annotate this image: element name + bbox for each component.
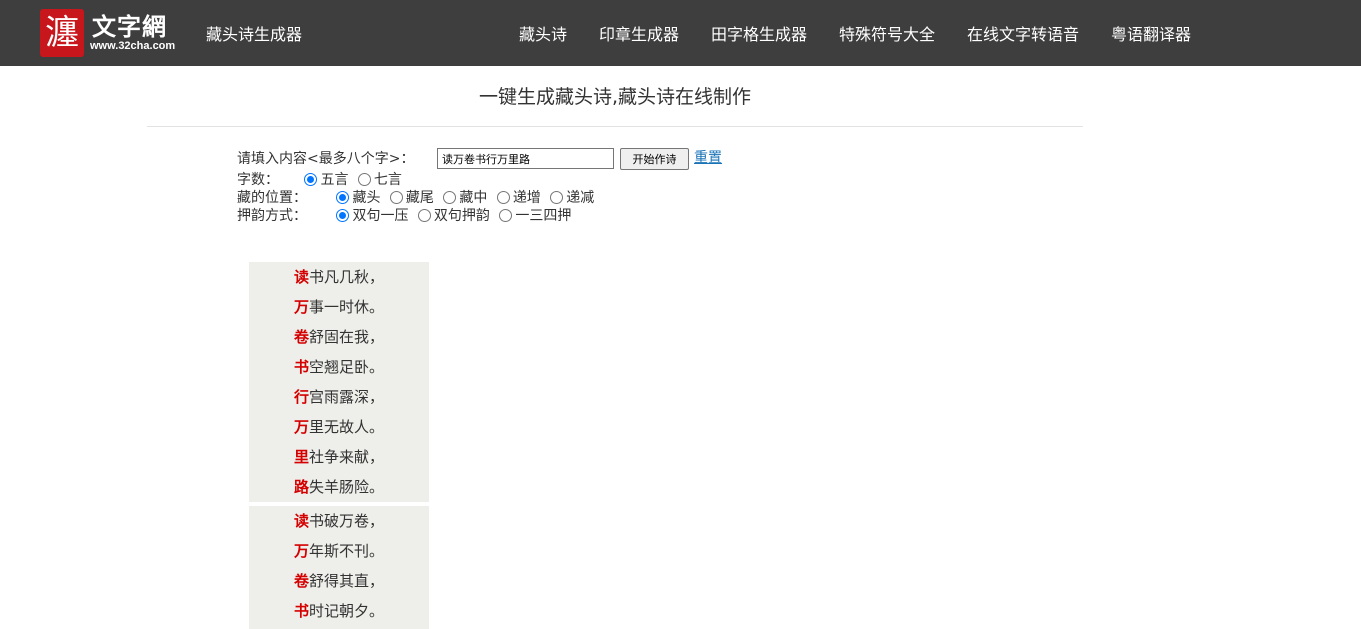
position-row: 藏的位置： 藏头 藏尾 藏中 递增 递减 — [237, 189, 594, 207]
radio-icon[interactable] — [389, 191, 403, 204]
radio-icon[interactable] — [550, 191, 564, 204]
reset-link[interactable]: 重置 — [694, 148, 722, 168]
poem-line: 里社争来献， — [293, 448, 385, 466]
position-label: 藏的位置： — [237, 190, 307, 206]
nav-link-acrostic[interactable]: 藏头诗 — [519, 21, 567, 45]
top-navigation-bar: 瀍 文字網 www.32cha.com 藏头诗生成器 藏头诗 印章生成器 田字格… — [0, 0, 1361, 66]
poem-line: 读书破万卷， — [293, 512, 385, 530]
content-input[interactable] — [437, 148, 614, 169]
rhyme-label: 押韵方式： — [237, 208, 307, 224]
word-count-label: 字数： — [237, 172, 279, 188]
poem-line: 卷舒得其直， — [293, 572, 385, 590]
option-double-one[interactable]: 双句一压 — [331, 207, 408, 225]
start-button[interactable]: 开始作诗 — [620, 148, 689, 170]
divider — [147, 126, 1083, 127]
nav-link-cantonese-translator[interactable]: 粤语翻译器 — [1111, 21, 1191, 45]
option-tail[interactable]: 藏尾 — [385, 189, 434, 207]
poem-line: 万里无故人。 — [293, 418, 385, 436]
option-middle[interactable]: 藏中 — [438, 189, 487, 207]
option-head[interactable]: 藏头 — [331, 189, 380, 207]
poem-line: 卷舒固在我， — [293, 328, 385, 346]
nav-link-special-symbols[interactable]: 特殊符号大全 — [839, 21, 935, 45]
poem-result: 读书凡几秋， 万事一时休。 卷舒固在我， 书空翘足卧。 行宫雨露深， 万里无故人… — [249, 262, 429, 502]
radio-icon[interactable] — [443, 191, 457, 204]
radio-icon[interactable] — [336, 191, 350, 204]
nav-link-grid-generator[interactable]: 田字格生成器 — [711, 21, 807, 45]
option-seven-char[interactable]: 七言 — [353, 171, 402, 189]
poem-line: 路失羊肠险。 — [293, 478, 385, 496]
poem-result: 读书破万卷， 万年斯不刊。 卷舒得其直， 书时记朝夕。 — [249, 506, 429, 629]
radio-icon[interactable] — [336, 209, 350, 222]
poem-line: 万年斯不刊。 — [293, 542, 385, 560]
nav-link-text-to-speech[interactable]: 在线文字转语音 — [967, 21, 1079, 45]
nav-link-seal-generator[interactable]: 印章生成器 — [599, 21, 679, 45]
option-decreasing[interactable]: 递减 — [545, 189, 594, 207]
radio-icon[interactable] — [417, 209, 431, 222]
option-five-char[interactable]: 五言 — [299, 171, 348, 189]
poem-line: 书空翘足卧。 — [293, 358, 385, 376]
option-increasing[interactable]: 递增 — [492, 189, 541, 207]
poem-line: 读书凡几秋， — [293, 268, 385, 286]
poem-line: 万事一时休。 — [293, 298, 385, 316]
radio-icon[interactable] — [499, 209, 513, 222]
radio-icon[interactable] — [357, 173, 371, 186]
main-nav: 藏头诗 印章生成器 田字格生成器 特殊符号大全 在线文字转语音 粤语翻译器 — [0, 21, 1361, 45]
page-title: 一键生成藏头诗,藏头诗在线制作 — [478, 86, 752, 108]
rhyme-row: 押韵方式： 双句一压 双句押韵 一三四押 — [237, 207, 571, 225]
word-count-row: 字数： 五言 七言 — [237, 171, 402, 189]
option-one-three-four[interactable]: 一三四押 — [494, 207, 571, 225]
content-input-label: 请填入内容<最多八个字>： — [237, 151, 415, 167]
radio-icon[interactable] — [496, 191, 510, 204]
poem-line: 行宫雨露深， — [293, 388, 385, 406]
radio-icon[interactable] — [304, 173, 318, 186]
poem-line: 书时记朝夕。 — [293, 602, 385, 620]
option-double-rhyme[interactable]: 双句押韵 — [413, 207, 490, 225]
